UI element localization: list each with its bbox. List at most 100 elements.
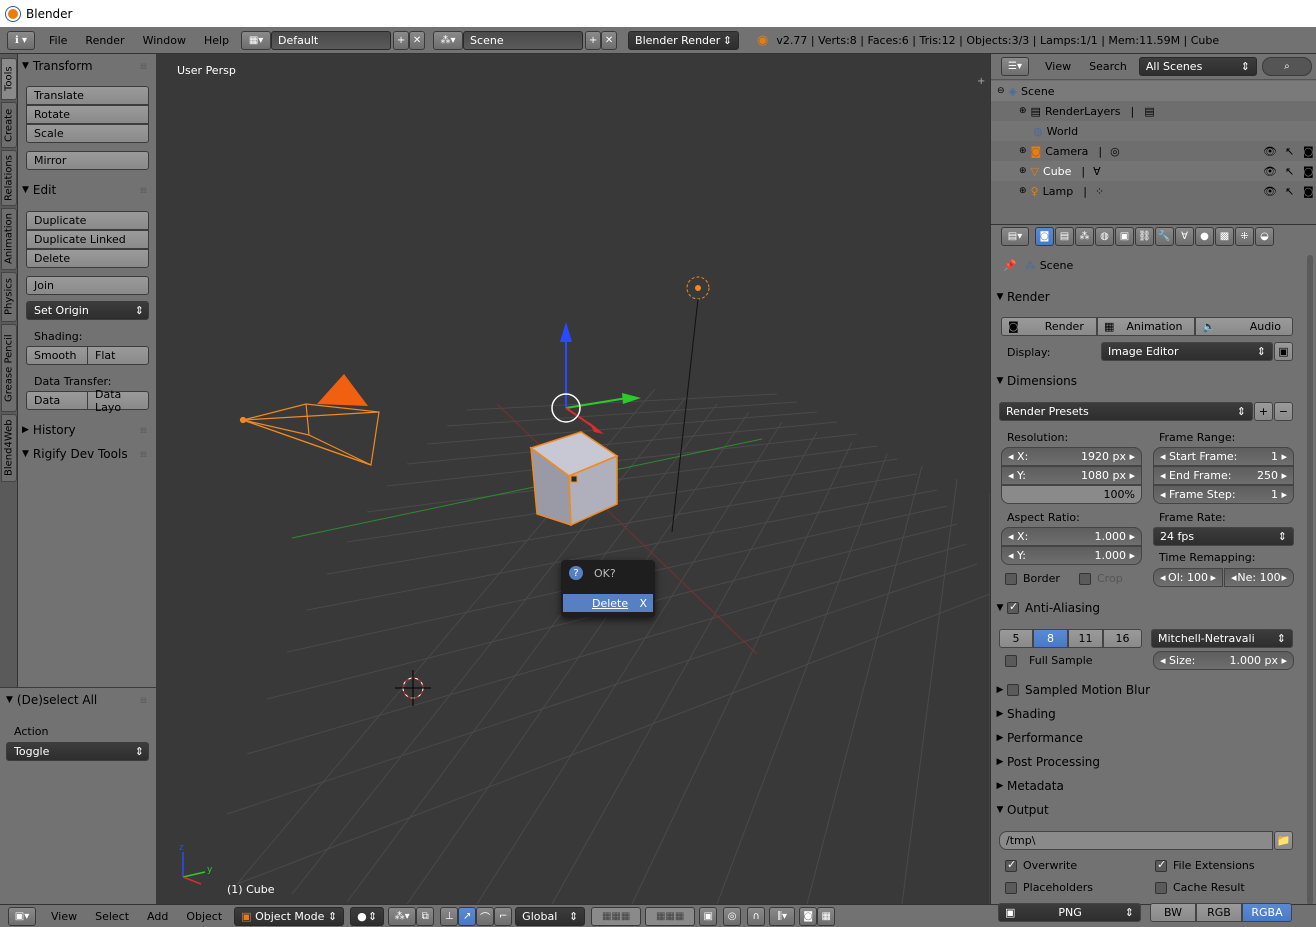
- flat-button[interactable]: Flat: [87, 346, 149, 365]
- resolution-y-field[interactable]: ◂ Y: 1080 px ▸: [1001, 466, 1142, 485]
- remap-old-field[interactable]: ◂ Ol: 100 ▸: [1153, 568, 1223, 587]
- outliner-editor-type-button[interactable]: ☰▾: [1001, 57, 1029, 76]
- menu-file[interactable]: File: [40, 34, 76, 47]
- screen-layout-icon[interactable]: ▦▾: [241, 30, 272, 50]
- output-folder-button[interactable]: 📁: [1274, 831, 1293, 850]
- join-button[interactable]: Join: [26, 276, 149, 295]
- outliner-menu-view[interactable]: View: [1036, 60, 1080, 73]
- mirror-button[interactable]: Mirror: [26, 151, 149, 170]
- output-path-field[interactable]: /tmp\: [999, 831, 1273, 850]
- visibility-eye-icon[interactable]: 👁: [1263, 145, 1277, 158]
- outliner-row-renderlayers[interactable]: ⊕ ▤ RenderLayers | ▤: [991, 101, 1316, 121]
- motion-blur-section-header[interactable]: ▶ Sampled Motion Blur: [993, 680, 1303, 700]
- outliner-row-lamp[interactable]: ⊕ ♀ Lamp | ⁘ 👁 ↖ ◙: [991, 181, 1316, 201]
- resolution-percentage-field[interactable]: 100%: [1001, 485, 1142, 504]
- placeholders-checkbox[interactable]: Placeholders: [1005, 881, 1093, 894]
- add-layout-button[interactable]: +: [393, 30, 410, 50]
- operator-panel-header[interactable]: ▼ (De)select All ⁞⁞⁞⁞: [6, 690, 152, 710]
- pivot-point-button[interactable]: ⁂▾: [388, 906, 417, 926]
- render-engine-select[interactable]: Blender Render ⇕: [628, 30, 740, 50]
- start-frame-field[interactable]: ◂ Start Frame: 1 ▸: [1153, 447, 1294, 466]
- constraints-context-icon[interactable]: ⛓: [1135, 226, 1154, 246]
- outliner-row-camera[interactable]: ⊕ ◙ Camera | ◎ 👁 ↖ ◙: [991, 141, 1316, 161]
- anti-aliasing-section-header[interactable]: ▼Anti-Aliasing: [993, 598, 1303, 618]
- render-animation-icon[interactable]: ▦: [817, 906, 836, 926]
- tab-relations[interactable]: Relations: [1, 150, 17, 206]
- render-camera-icon[interactable]: ◙: [1303, 185, 1314, 198]
- display-fullscreen-button[interactable]: ▣: [1274, 342, 1293, 361]
- remove-scene-button[interactable]: ✕: [601, 30, 618, 50]
- tab-physics[interactable]: Physics: [1, 272, 17, 322]
- menu-select[interactable]: Select: [86, 910, 138, 923]
- menu-help[interactable]: Help: [195, 34, 238, 47]
- aspect-x-field[interactable]: ◂ X: 1.000 ▸: [1001, 527, 1142, 546]
- tab-animation[interactable]: Animation: [1, 208, 17, 270]
- add-scene-button[interactable]: +: [585, 30, 602, 50]
- cache-result-checkbox[interactable]: Cache Result: [1155, 881, 1245, 894]
- tab-grease-pencil[interactable]: Grease Pencil: [1, 324, 17, 412]
- snap-icon[interactable]: ∩: [747, 906, 766, 926]
- tab-tools[interactable]: Tools: [1, 58, 17, 100]
- file-format-select[interactable]: ▣ PNG ⇕: [998, 903, 1141, 922]
- manipulator-toggle-icon[interactable]: ⧉: [416, 906, 435, 926]
- menu-render[interactable]: Render: [76, 34, 133, 47]
- viewport-editor-type-button[interactable]: ▣▾: [8, 906, 36, 926]
- snap-element-icon[interactable]: ⫼▾: [769, 906, 796, 926]
- menu-window[interactable]: Window: [134, 34, 195, 47]
- select-arrow-icon[interactable]: ↖: [1285, 185, 1294, 198]
- select-arrow-icon[interactable]: ↖: [1285, 145, 1294, 158]
- output-section-header[interactable]: ▼ Output: [993, 800, 1303, 820]
- tab-create[interactable]: Create: [1, 102, 17, 148]
- set-origin-select[interactable]: Set Origin ⇕: [26, 301, 149, 320]
- screen-layout-field[interactable]: Default: [271, 30, 392, 50]
- proportional-edit-icon[interactable]: ◎: [723, 906, 742, 926]
- dialog-delete-button[interactable]: Delete X: [563, 594, 653, 612]
- motion-blur-check-icon[interactable]: [1007, 684, 1019, 696]
- menu-object[interactable]: Object: [177, 910, 231, 923]
- post-processing-section-header[interactable]: ▶ Post Processing: [993, 752, 1303, 772]
- aa-samples-8[interactable]: 8: [1033, 629, 1068, 648]
- add-preset-button[interactable]: +: [1254, 402, 1273, 421]
- menu-add[interactable]: Add: [138, 910, 177, 923]
- orientation-select[interactable]: Global ⇕: [515, 906, 586, 926]
- duplicate-linked-button[interactable]: Duplicate Linked: [26, 230, 149, 249]
- delete-button[interactable]: Delete: [26, 249, 149, 268]
- remove-layout-button[interactable]: ✕: [409, 30, 426, 50]
- metadata-section-header[interactable]: ▶ Metadata: [993, 776, 1303, 796]
- data-layout-button[interactable]: Data Layo: [87, 388, 149, 414]
- visibility-eye-icon[interactable]: 👁: [1263, 185, 1277, 198]
- animation-button[interactable]: ▦ Animation: [1097, 317, 1195, 336]
- anti-aliasing-check-icon[interactable]: [1007, 600, 1019, 614]
- render-button[interactable]: ◙ Render: [1001, 317, 1097, 336]
- crop-checkbox[interactable]: Crop: [1079, 572, 1123, 585]
- end-frame-field[interactable]: ◂ End Frame: 250 ▸: [1153, 466, 1294, 485]
- data-button[interactable]: Data: [26, 391, 88, 410]
- scene-field[interactable]: Scene: [463, 30, 584, 50]
- render-layers-context-icon[interactable]: ▤: [1055, 226, 1074, 246]
- scene-context-icon[interactable]: ⁂: [1075, 226, 1094, 246]
- rotate-manipulator-icon[interactable]: ⌒: [476, 906, 495, 926]
- 3d-viewport[interactable]: User Persp (1) Cube + z y: [157, 54, 990, 904]
- tab-blend4web[interactable]: Blend4Web: [1, 414, 17, 482]
- edit-panel-header[interactable]: ▼ Edit ⁞⁞⁞⁞: [22, 180, 152, 200]
- remove-preset-button[interactable]: −: [1274, 402, 1293, 421]
- scene-icon[interactable]: ⁂▾: [433, 30, 464, 50]
- translate-active-icon[interactable]: ↗: [458, 906, 477, 926]
- resolution-x-field[interactable]: ◂ X: 1920 px ▸: [1001, 447, 1142, 466]
- render-presets-select[interactable]: Render Presets ⇕: [999, 402, 1253, 421]
- render-preview-icon[interactable]: ◙: [799, 906, 818, 926]
- outliner-menu-search[interactable]: Search: [1080, 60, 1136, 73]
- particles-context-icon[interactable]: ⁜: [1235, 226, 1254, 246]
- color-bw-button[interactable]: BW: [1150, 903, 1196, 922]
- display-select[interactable]: Image Editor ⇕: [1101, 342, 1273, 361]
- world-context-icon[interactable]: ◍: [1095, 226, 1114, 246]
- scale-button[interactable]: Scale: [26, 124, 149, 143]
- outliner-row-cube[interactable]: ⊕ ▽ Cube | ∀ 👁 ↖ ◙: [991, 161, 1316, 181]
- visibility-eye-icon[interactable]: 👁: [1263, 165, 1277, 178]
- aa-samples-5[interactable]: 5: [999, 629, 1033, 648]
- outliner-filter-select[interactable]: All Scenes ⇕: [1138, 57, 1257, 76]
- physics-context-icon[interactable]: ◒: [1255, 226, 1274, 246]
- render-section-header[interactable]: ▼ Render: [993, 287, 1303, 307]
- properties-scrollbar[interactable]: [1307, 255, 1313, 905]
- texture-context-icon[interactable]: ▩: [1215, 226, 1234, 246]
